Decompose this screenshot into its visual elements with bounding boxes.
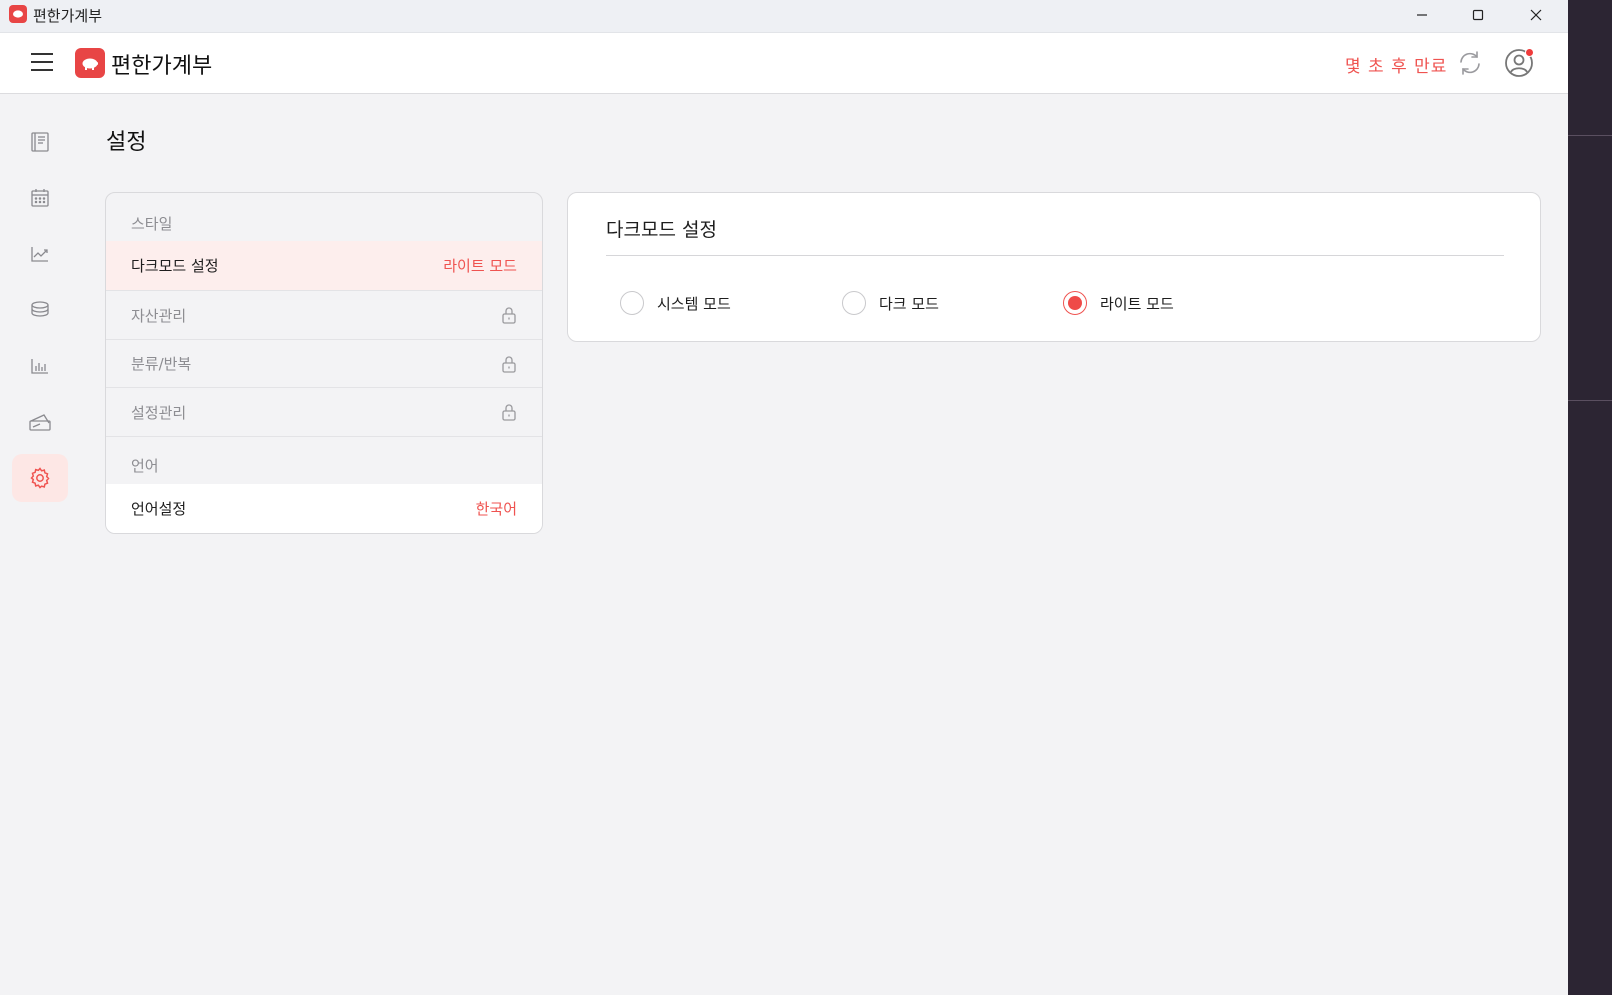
menu-item-label: 설정관리 [131,403,187,422]
nav-trend[interactable] [12,230,68,278]
maximize-button[interactable] [1450,0,1506,30]
menu-item-asset-management[interactable]: 자산관리 [106,290,542,339]
lock-icon [502,355,516,373]
menu-item-category-repeat[interactable]: 분류/반복 [106,339,542,387]
divider [606,255,1504,256]
radio-label: 라이트 모드 [1100,294,1174,313]
page-title: 설정 [106,130,147,155]
card-title: 다크모드 설정 [606,219,717,241]
radio-button-checked[interactable] [1063,291,1087,315]
gear-icon [30,467,50,489]
brand-name: 편한가계부 [111,54,213,79]
app-icon [9,5,27,23]
nav-settings[interactable] [12,454,68,502]
nav-ledger[interactable] [12,118,68,166]
menu-item-label: 언어설정 [131,500,187,518]
window-title: 편한가계부 [33,7,103,25]
maximize-icon [1472,9,1484,21]
settings-menu-panel: 스타일 다크모드 설정 라이트 모드 자산관리 분류/반복 설정관리 언어 언어… [105,192,543,534]
menu-icon[interactable] [31,53,55,73]
trend-chart-icon [31,247,48,262]
minimize-icon [1417,14,1427,16]
menu-item-language[interactable]: 언어설정 한국어 [106,484,542,533]
bar-chart-icon [31,359,48,374]
radio-light-mode[interactable]: 라이트 모드 [1063,291,1174,315]
title-bar: 편한가계부 [0,0,1568,33]
radio-label: 시스템 모드 [657,294,731,313]
notification-dot [1525,48,1534,57]
book-icon [31,132,49,152]
user-profile-button[interactable] [1503,47,1535,79]
nav-assets[interactable] [12,286,68,334]
nav-calendar[interactable] [12,174,68,222]
coins-icon [31,301,49,317]
nav-budget[interactable] [12,398,68,446]
piggy-bank-logo [75,48,105,78]
lock-icon [502,307,516,324]
menu-item-label: 다크모드 설정 [131,257,219,275]
menu-item-value: 한국어 [475,500,517,518]
section-language-header: 언어 [106,436,542,484]
menu-item-value: 라이트 모드 [443,257,517,275]
side-navigation [12,118,68,510]
radio-label: 다크 모드 [879,294,939,313]
radio-system-mode[interactable]: 시스템 모드 [620,291,731,315]
section-style-header: 스타일 [131,215,173,233]
app-window: 편한가계부 편한가계부 몇 초 후 만료 설정 스타일 다크모드 설정 라이트 … [0,0,1568,995]
calendar-icon [31,189,49,207]
card-icon [29,414,51,431]
radio-button[interactable] [620,291,644,315]
dark-mode-settings-card: 다크모드 설정 시스템 모드 다크 모드 라이트 모드 [567,192,1541,342]
session-expiry-text[interactable]: 몇 초 후 만료 [1345,52,1447,77]
nav-statistics[interactable] [12,342,68,390]
close-button[interactable] [1508,0,1564,30]
close-icon [1530,9,1542,21]
menu-item-label: 자산관리 [131,306,187,325]
menu-item-dark-mode[interactable]: 다크모드 설정 라이트 모드 [106,241,542,290]
lock-icon [502,404,516,421]
radio-button[interactable] [842,291,866,315]
app-header: 편한가계부 몇 초 후 만료 [0,33,1568,94]
radio-dark-mode[interactable]: 다크 모드 [842,291,939,315]
menu-item-label: 분류/반복 [131,355,192,373]
background-window-strip [1568,0,1612,995]
minimize-button[interactable] [1394,0,1450,30]
refresh-icon[interactable] [1456,49,1484,77]
menu-item-settings-management[interactable]: 설정관리 [106,387,542,436]
